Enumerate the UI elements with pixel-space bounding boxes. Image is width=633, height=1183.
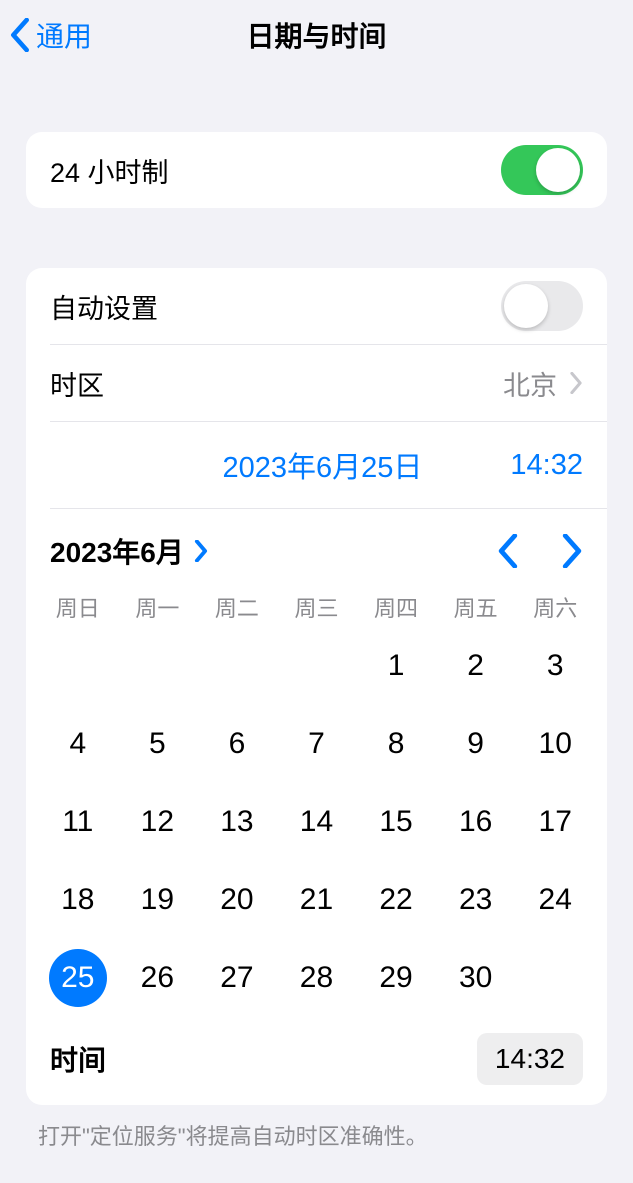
page-title: 日期与时间: [0, 15, 633, 55]
auto-set-label: 自动设置: [50, 287, 501, 326]
timezone-value: 北京: [503, 364, 557, 403]
calendar-empty-cell: [38, 627, 118, 705]
calendar-day[interactable]: 14: [277, 783, 357, 861]
calendar-day[interactable]: 5: [118, 705, 198, 783]
calendar-empty-cell: [197, 627, 277, 705]
time-picker-button[interactable]: 14:32: [477, 1033, 583, 1085]
calendar-day[interactable]: 18: [38, 861, 118, 939]
weekday-label: 周三: [277, 591, 357, 623]
month-picker-button[interactable]: 2023年6月: [50, 531, 208, 571]
twentyfour-hour-label: 24 小时制: [50, 151, 501, 190]
next-month-button[interactable]: [561, 534, 583, 568]
weekday-label: 周五: [436, 591, 516, 623]
calendar-day[interactable]: 15: [356, 783, 436, 861]
month-title-label: 2023年6月: [50, 531, 184, 571]
calendar-day[interactable]: 3: [515, 627, 595, 705]
chevron-right-icon: [194, 540, 208, 562]
calendar-day[interactable]: 27: [197, 939, 277, 1017]
timezone-row[interactable]: 时区 北京: [26, 345, 607, 421]
twentyfour-hour-switch[interactable]: [501, 145, 583, 195]
calendar-day[interactable]: 9: [436, 705, 516, 783]
prev-month-button[interactable]: [497, 534, 519, 568]
calendar-day[interactable]: 23: [436, 861, 516, 939]
auto-set-switch[interactable]: [501, 281, 583, 331]
current-date[interactable]: 2023年6月25日: [223, 444, 423, 486]
calendar-day[interactable]: 8: [356, 705, 436, 783]
timezone-label: 时区: [50, 364, 503, 403]
calendar-day[interactable]: 29: [356, 939, 436, 1017]
calendar-day[interactable]: 11: [38, 783, 118, 861]
calendar-empty-cell: [118, 627, 198, 705]
calendar-day[interactable]: 10: [515, 705, 595, 783]
calendar-day[interactable]: 16: [436, 783, 516, 861]
calendar-day[interactable]: 19: [118, 861, 198, 939]
chevron-right-icon: [569, 372, 583, 394]
back-button[interactable]: 通用: [0, 15, 92, 55]
twentyfour-hour-row: 24 小时制: [26, 132, 607, 208]
weekday-label: 周四: [356, 591, 436, 623]
time-label: 时间: [50, 1039, 477, 1079]
calendar-day[interactable]: 7: [277, 705, 357, 783]
calendar-day[interactable]: 24: [515, 861, 595, 939]
calendar-day[interactable]: 1: [356, 627, 436, 705]
calendar-day[interactable]: 6: [197, 705, 277, 783]
calendar-day[interactable]: 25: [38, 939, 118, 1017]
weekday-label: 周二: [197, 591, 277, 623]
calendar-day[interactable]: 12: [118, 783, 198, 861]
calendar-day[interactable]: 4: [38, 705, 118, 783]
current-datetime-row: 2023年6月25日 14:32: [26, 422, 607, 508]
current-time[interactable]: 14:32: [510, 449, 583, 482]
calendar-day[interactable]: 26: [118, 939, 198, 1017]
footer-note: 打开"定位服务"将提高自动时区准确性。: [0, 1105, 633, 1165]
weekday-label: 周日: [38, 591, 118, 623]
calendar-day[interactable]: 2: [436, 627, 516, 705]
calendar-empty-cell: [277, 627, 357, 705]
calendar-day[interactable]: 28: [277, 939, 357, 1017]
auto-set-row: 自动设置: [26, 268, 607, 344]
calendar-day[interactable]: 30: [436, 939, 516, 1017]
chevron-left-icon: [10, 18, 30, 52]
calendar-day[interactable]: 13: [197, 783, 277, 861]
calendar-day[interactable]: 17: [515, 783, 595, 861]
weekday-label: 周一: [118, 591, 198, 623]
calendar-day[interactable]: 20: [197, 861, 277, 939]
calendar-day[interactable]: 21: [277, 861, 357, 939]
weekday-label: 周六: [515, 591, 595, 623]
back-label: 通用: [36, 15, 92, 55]
calendar-day[interactable]: 22: [356, 861, 436, 939]
